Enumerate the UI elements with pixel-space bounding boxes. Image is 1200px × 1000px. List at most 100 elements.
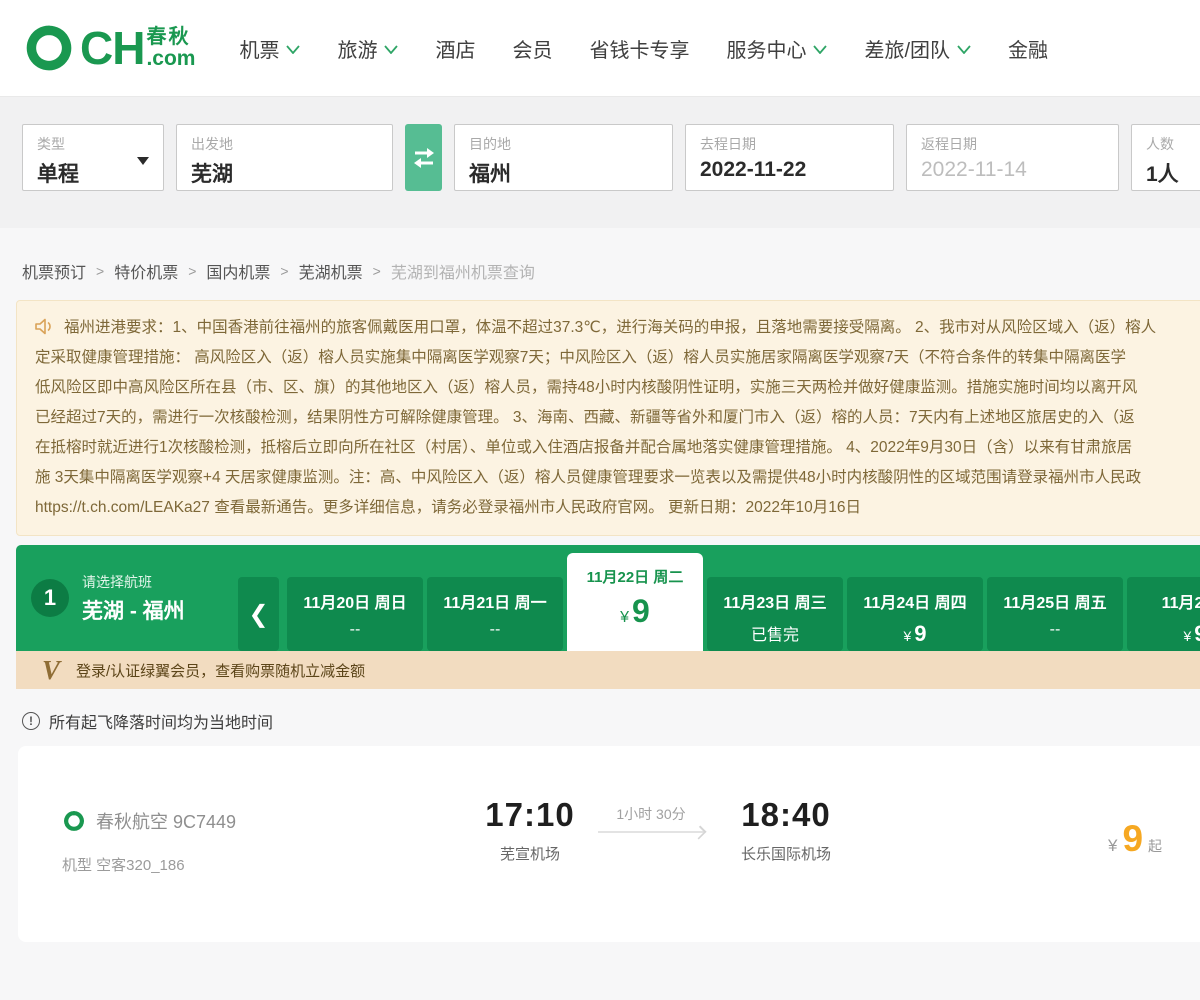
trip-type-select[interactable]: 类型 单程 <box>22 124 164 191</box>
swap-cities-button[interactable] <box>405 124 442 191</box>
destination-label: 目的地 <box>469 134 658 154</box>
date-tab-status: -- <box>427 621 563 639</box>
date-tab-label: 11月21日 周一 <box>427 589 563 613</box>
date-tab-status: -- <box>287 621 423 639</box>
depart-date-value: 2022-11-22 <box>700 158 879 182</box>
notice-line-3: 低风险区即中高风险区所在县（市、区、旗）的其他地区入（返）榕人员，需持48小时内… <box>35 373 1200 403</box>
nav-item-label: 旅游 <box>337 34 377 63</box>
nav-item-5[interactable]: 省钱卡专享 <box>589 34 689 63</box>
flight-date-selector: 1 请选择航班 芜湖 - 福州 ❮ 11月20日 周日--11月21日 周一--… <box>16 545 1200 651</box>
date-tab-status: 已售完 <box>707 621 843 645</box>
logo-cn-text: 春秋 <box>146 27 195 47</box>
return-date-input[interactable]: 返程日期 2022-11-14 <box>906 124 1119 191</box>
logo-com-text: .com <box>146 48 195 69</box>
spring-airlines-logo[interactable]: CH 春秋 .com <box>22 21 195 75</box>
date-tab-label: 11月25日 周五 <box>987 589 1123 613</box>
nav-item-8[interactable]: 金融 <box>1008 34 1048 63</box>
duration-arrow-line <box>598 831 704 833</box>
chevron-down-icon <box>286 45 300 54</box>
nav-item-label: 差旅/团队 <box>864 34 950 63</box>
arrival-notice-box: 福州进港要求：1、中国香港前往福州的旅客佩戴医用口罩，体温不超过37.3℃，进行… <box>16 300 1200 536</box>
departure-time: 17:10 <box>460 796 600 834</box>
arrival-airport: 长乐国际机场 <box>706 843 866 864</box>
nav-item-2[interactable]: 旅游 <box>337 34 398 63</box>
price-suffix: 起 <box>1148 836 1162 856</box>
return-date-value: 2022-11-14 <box>921 158 1104 182</box>
departure-airport: 芜宣机场 <box>460 843 600 864</box>
currency-symbol: ¥ <box>1108 836 1117 856</box>
passengers-label: 人数 <box>1146 134 1200 154</box>
info-icon: ! <box>22 712 40 730</box>
origin-value: 芜湖 <box>191 158 378 188</box>
notice-line-1: 福州进港要求：1、中国香港前往福州的旅客佩戴医用口罩，体温不超过37.3℃，进行… <box>35 313 1200 343</box>
selector-title: 请选择航班 <box>82 572 185 592</box>
passengers-value: 1人 <box>1146 158 1200 188</box>
flight-result-card[interactable]: 春秋航空 9C7449 机型 空客320_186 17:10 芜宣机场 1小时 … <box>18 746 1200 942</box>
breadcrumb-separator: > <box>280 263 288 279</box>
nav-item-label: 金融 <box>1008 34 1048 63</box>
member-promo-bar[interactable]: V 登录/认证绿翼会员，查看购票随机立减金额 <box>16 651 1200 689</box>
nav-item-label: 服务中心 <box>726 34 806 63</box>
breadcrumb-separator: > <box>373 263 381 279</box>
nav-item-4[interactable]: 会员 <box>512 34 552 63</box>
nav-item-1[interactable]: 机票 <box>239 34 300 63</box>
date-tab-4[interactable]: 11月23日 周三已售完 <box>707 577 843 651</box>
selector-route: 芜湖 - 福州 <box>82 595 185 625</box>
price-value: 9 <box>1122 818 1143 860</box>
depart-date-label: 去程日期 <box>700 134 879 154</box>
date-tab-7[interactable]: 11月26日¥9 <box>1127 577 1200 651</box>
nav-item-label: 机票 <box>239 34 279 63</box>
speaker-icon <box>35 318 54 335</box>
notice-line-5: 在抵榕时就近进行1次核酸检测，抵榕后立即向所在社区（村居）、单位或入住酒店报备并… <box>35 433 1200 463</box>
nav-item-6[interactable]: 服务中心 <box>726 34 827 63</box>
date-tab-label: 11月26日 <box>1127 589 1200 613</box>
depart-date-input[interactable]: 去程日期 2022-11-22 <box>685 124 894 191</box>
price-tag: ¥ 9 起 <box>1108 818 1162 860</box>
trip-type-value: 单程 <box>37 158 149 188</box>
breadcrumb-link[interactable]: 芜湖机票 <box>299 259 363 283</box>
nav-item-3[interactable]: 酒店 <box>435 34 475 63</box>
date-tab-status: -- <box>987 621 1123 639</box>
top-bar: CH 春秋 .com 机票 旅游 酒店 会员 省钱卡专享 服务中心 差旅/团队 金融 <box>0 0 1200 97</box>
date-tab-1[interactable]: 11月20日 周日 -- <box>287 577 423 651</box>
notice-line-4: 已经超过7天的，需进行一次核酸检测，结果阴性方可解除健康管理。 3、海南、西藏、… <box>35 403 1200 433</box>
breadcrumb-separator: > <box>96 263 104 279</box>
date-tab-label: 11月24日 周四 <box>847 589 983 613</box>
selector-header: 1 请选择航班 芜湖 - 福州 <box>16 545 238 651</box>
date-tab-price: ¥9 <box>847 621 983 647</box>
date-tabs: ❮ 11月20日 周日--11月21日 周一--11月22日 周二¥911月23… <box>238 545 1200 651</box>
date-tab-label: 11月20日 周日 <box>287 589 423 613</box>
notice-line-2: 定采取健康管理措施： 高风险区入（返）榕人员实施集中隔离医学观察7天；中风险区入… <box>35 343 1200 373</box>
search-band: 类型 单程 出发地 芜湖 目的地 福州 去程日期 2022-11-22 <box>0 97 1200 228</box>
prev-dates-button[interactable]: ❮ <box>238 577 279 651</box>
chevron-down-icon <box>813 45 827 54</box>
date-tab-3-selected[interactable]: 11月22日 周二¥9 <box>567 553 703 651</box>
breadcrumb-link[interactable]: 国内机票 <box>206 259 270 283</box>
breadcrumb-separator: > <box>188 263 196 279</box>
nav-item-7[interactable]: 差旅/团队 <box>864 34 971 63</box>
main-nav: 机票 旅游 酒店 会员 省钱卡专享 服务中心 差旅/团队 金融 <box>239 34 1048 63</box>
passengers-select[interactable]: 人数 1人 <box>1131 124 1200 191</box>
caret-down-icon <box>137 157 149 165</box>
spring-airlines-triskelion-icon <box>22 21 76 75</box>
date-tab-2[interactable]: 11月21日 周一 -- <box>427 577 563 651</box>
origin-input[interactable]: 出发地 芜湖 <box>176 124 393 191</box>
breadcrumb: 机票预订 > 特价机票 > 国内机票 > 芜湖机票 > 芜湖到福州机票查询 <box>22 259 1200 283</box>
destination-input[interactable]: 目的地 福州 <box>454 124 673 191</box>
green-wing-member-icon: V <box>42 657 60 684</box>
date-tab-5[interactable]: 11月24日 周四 ¥9 <box>847 577 983 651</box>
swap-arrows-icon <box>412 144 436 172</box>
breadcrumb-link[interactable]: 特价机票 <box>114 259 178 283</box>
date-tab-label: 11月22日 周二 <box>567 566 703 587</box>
date-tab-label: 11月23日 周三 <box>707 589 843 613</box>
step-number-badge: 1 <box>31 579 69 617</box>
chevron-down-icon <box>957 45 971 54</box>
aircraft-type: 机型 空客320_186 <box>62 854 185 875</box>
local-time-note-text: 所有起飞降落时间均为当地时间 <box>49 709 273 733</box>
breadcrumb-link[interactable]: 机票预订 <box>22 259 86 283</box>
breadcrumb-current: 芜湖到福州机票查询 <box>391 259 535 283</box>
nav-item-label: 酒店 <box>435 34 475 63</box>
airline-logo-icon <box>62 809 86 833</box>
date-tab-6[interactable]: 11月25日 周五 -- <box>987 577 1123 651</box>
notice-line-6: 施 3天集中隔离医学观察+4 天居家健康监测。注：高、中风险区入（返）榕人员健康… <box>35 463 1200 493</box>
